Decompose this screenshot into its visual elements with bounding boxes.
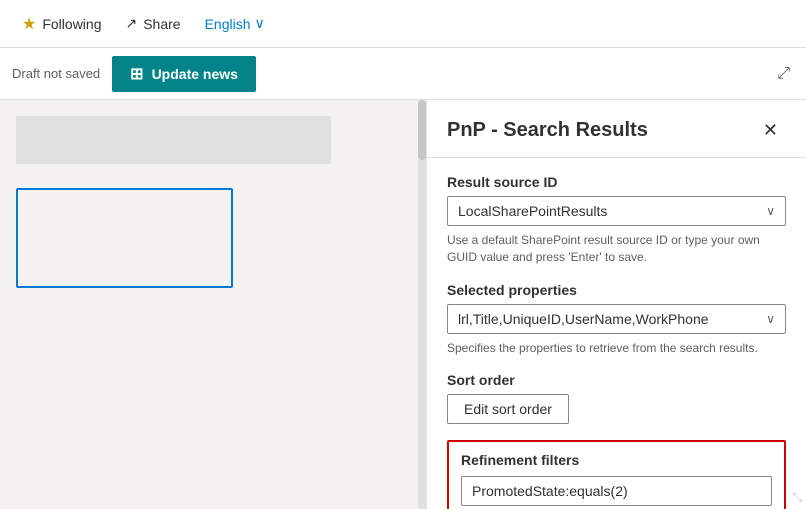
update-news-button[interactable]: ⊞ Update news: [112, 56, 256, 92]
language-label: English: [205, 16, 251, 32]
sort-order-label: Sort order: [447, 372, 786, 388]
selected-properties-field: Selected properties lrl,Title,UniqueID,U…: [447, 282, 786, 357]
selected-properties-dropdown[interactable]: lrl,Title,UniqueID,UserName,WorkPhone ∨: [447, 304, 786, 334]
refinement-filters-section: Refinement filters: [447, 440, 786, 509]
content-placeholder-2: [16, 188, 233, 288]
edit-sort-order-button[interactable]: Edit sort order: [447, 394, 569, 424]
refinement-filters-label: Refinement filters: [461, 452, 772, 468]
draft-status: Draft not saved: [12, 66, 100, 81]
chevron-down-icon: ∨: [766, 312, 775, 326]
right-panel: PnP - Search Results ✕ Result source ID …: [426, 100, 806, 509]
following-label: Following: [42, 16, 101, 32]
panel-header: PnP - Search Results ✕: [427, 100, 806, 158]
share-button[interactable]: ↗ Share: [115, 9, 190, 38]
sort-order-field: Sort order Edit sort order: [447, 372, 786, 424]
refinement-filters-input[interactable]: [461, 476, 772, 506]
chevron-down-icon: ∨: [766, 204, 775, 218]
resize-handle-icon[interactable]: ⤡: [792, 490, 802, 505]
chevron-down-icon: ∨: [255, 15, 265, 32]
panel-title: PnP - Search Results: [447, 119, 648, 142]
expand-icon[interactable]: ⤢: [773, 61, 794, 87]
main-area: PnP - Search Results ✕ Result source ID …: [0, 100, 806, 509]
result-source-value: LocalSharePointResults: [458, 203, 607, 219]
selected-properties-value: lrl,Title,UniqueID,UserName,WorkPhone: [458, 311, 709, 327]
result-source-dropdown[interactable]: LocalSharePointResults ∨: [447, 196, 786, 226]
close-button[interactable]: ✕: [755, 116, 786, 145]
scroll-thumb[interactable]: [418, 100, 426, 160]
scrollbar[interactable]: [418, 100, 426, 509]
following-button[interactable]: ★ Following: [12, 8, 111, 40]
left-content-panel: [0, 100, 426, 509]
panel-body: Result source ID LocalSharePointResults …: [427, 158, 806, 509]
content-placeholder-1: [16, 116, 331, 164]
result-source-label: Result source ID: [447, 174, 786, 190]
top-nav-bar: ★ Following ↗ Share English ∨: [0, 0, 806, 48]
news-icon: ⊞: [130, 64, 143, 84]
selected-properties-description: Specifies the properties to retrieve fro…: [447, 340, 786, 357]
result-source-description: Use a default SharePoint result source I…: [447, 232, 786, 266]
share-icon: ↗: [125, 15, 137, 32]
star-icon: ★: [22, 14, 36, 34]
share-label: Share: [143, 16, 180, 32]
result-source-field: Result source ID LocalSharePointResults …: [447, 174, 786, 266]
selected-properties-label: Selected properties: [447, 282, 786, 298]
update-news-label: Update news: [152, 66, 238, 82]
editor-toolbar: Draft not saved ⊞ Update news ⤢: [0, 48, 806, 100]
language-button[interactable]: English ∨: [195, 9, 275, 38]
